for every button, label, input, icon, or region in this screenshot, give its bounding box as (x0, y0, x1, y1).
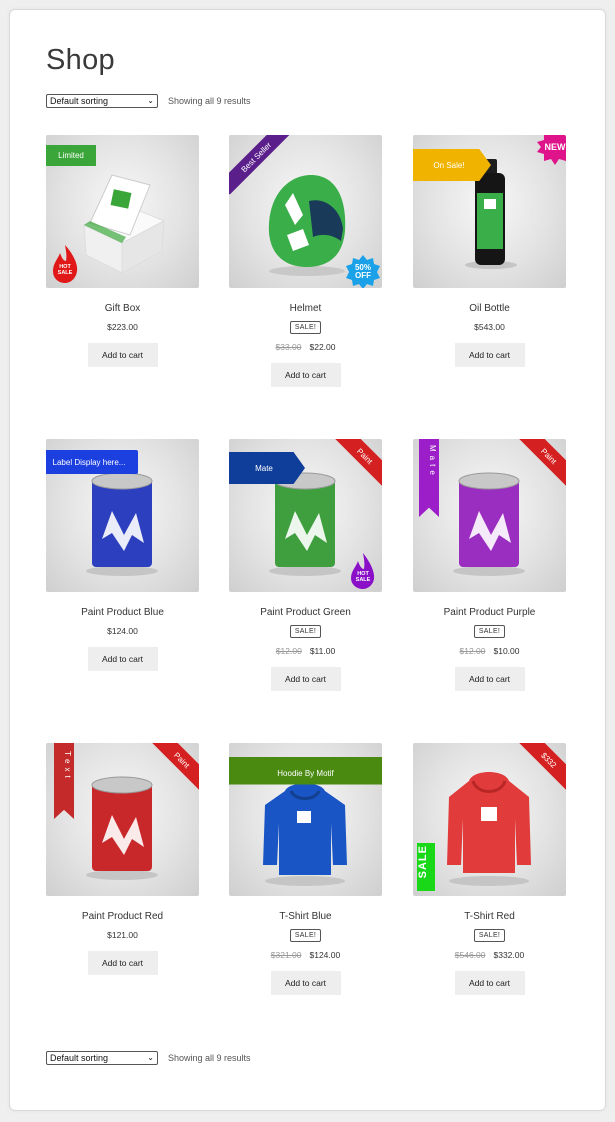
old-price: $12.00 (459, 646, 486, 656)
product-name[interactable]: Oil Bottle (413, 303, 566, 314)
bottom-toolbar: Default sorting ⌄ Showing all 9 results (46, 1050, 251, 1066)
product-image[interactable]: Mate Paint HOT SALE (229, 439, 382, 592)
product-price: $12.00 $11.00 (229, 646, 382, 656)
product-card: Mate Paint HOT SALE Paint Product Green … (229, 439, 382, 691)
product-name[interactable]: Paint Product Blue (46, 607, 199, 618)
sale-badge: SALE! (289, 625, 322, 638)
product-name[interactable]: Paint Product Green (229, 607, 382, 618)
sale-vertical-text: SALE (417, 845, 429, 879)
product-name[interactable]: Paint Product Purple (413, 607, 566, 618)
product-price: $546.00 $332.00 (413, 950, 566, 960)
product-image[interactable]: Text Paint (46, 743, 199, 896)
chevron-down-icon: ⌄ (147, 1053, 154, 1062)
old-price: $321.00 (270, 950, 302, 960)
result-count: Showing all 9 results (168, 1053, 251, 1063)
add-to-cart-button[interactable]: Add to cart (270, 363, 341, 387)
product-image[interactable]: $332 SALE (413, 743, 566, 896)
on-sale-badge: On Sale! (413, 149, 491, 181)
current-price: $223.00 (107, 322, 138, 332)
add-to-cart-button[interactable]: Add to cart (87, 343, 158, 367)
hot-sale-flame-icon (53, 245, 78, 283)
sale-badge: SALE! (473, 625, 506, 638)
product-card: Label Display here... Paint Product Blue… (46, 439, 199, 671)
label-display-badge: Label Display here... (46, 450, 138, 474)
product-name[interactable]: Paint Product Red (46, 911, 199, 922)
old-price: $546.00 (454, 950, 486, 960)
current-price: $10.00 (493, 646, 520, 656)
current-price: $22.00 (309, 342, 336, 352)
sale-badge: SALE! (289, 321, 322, 334)
product-price: $121.00 (46, 930, 199, 940)
product-image[interactable]: Best Seller 50% OFF (229, 135, 382, 288)
product-image[interactable]: Label Display here... (46, 439, 199, 592)
page-title: Shop (46, 44, 115, 76)
add-to-cart-button[interactable]: Add to cart (454, 667, 525, 691)
sale-badge: SALE! (473, 929, 506, 942)
sort-select[interactable]: Default sorting ⌄ (46, 1051, 158, 1065)
sort-select-value: Default sorting (50, 96, 109, 106)
add-to-cart-button[interactable]: Add to cart (454, 971, 525, 995)
product-card: On Sale! NEW Oil Bottle $543.00 Add to c… (413, 135, 566, 367)
product-price: $543.00 (413, 322, 566, 332)
limited-badge: Limited (46, 145, 96, 166)
hot-sale-flame-icon (351, 553, 375, 589)
product-card: $332 SALE T-Shirt Red SALE! $546.00 $332.… (413, 743, 566, 995)
hoodie-by-motif-banner: Hoodie By Motif (229, 757, 382, 789)
new-text: NEW (544, 142, 566, 152)
top-toolbar: Default sorting ⌄ Showing all 9 results (46, 93, 251, 109)
sort-select[interactable]: Default sorting ⌄ (46, 94, 158, 108)
add-to-cart-button[interactable]: Add to cart (270, 667, 341, 691)
current-price: $124.00 (107, 626, 138, 636)
mate-badge: Mate (229, 452, 305, 484)
add-to-cart-button[interactable]: Add to cart (454, 343, 525, 367)
product-name[interactable]: T-Shirt Red (413, 911, 566, 922)
current-price: $124.00 (309, 950, 341, 960)
product-price: $124.00 (46, 626, 199, 636)
product-card: Mate Paint Paint Product Purple SALE! $1… (413, 439, 566, 691)
product-price: $223.00 (46, 322, 199, 332)
product-name[interactable]: Gift Box (46, 303, 199, 314)
product-image[interactable]: Mate Paint (413, 439, 566, 592)
add-to-cart-button[interactable]: Add to cart (87, 951, 158, 975)
product-name[interactable]: T-Shirt Blue (229, 911, 382, 922)
product-card: Text Paint Paint Product Red $121.00 Add… (46, 743, 199, 975)
product-image[interactable]: Limited HOT SALE (46, 135, 199, 288)
old-price: $33.00 (275, 342, 302, 352)
product-card: Limited HOT SALE Gift Box $223.00 Add to… (46, 135, 199, 367)
fifty-off-text: 50% OFF (354, 263, 371, 280)
text-vertical-text: Text (63, 751, 72, 782)
product-name[interactable]: Helmet (229, 303, 382, 314)
current-price: $121.00 (107, 930, 138, 940)
current-price: $332.00 (493, 950, 525, 960)
sale-badge: SALE! (289, 929, 322, 942)
product-price: $12.00 $10.00 (413, 646, 566, 656)
current-price: $11.00 (309, 646, 336, 656)
hot-sale-text: HOT SALE (57, 264, 73, 276)
product-price: $33.00 $22.00 (229, 342, 382, 352)
current-price: $543.00 (474, 322, 505, 332)
result-count: Showing all 9 results (168, 96, 251, 106)
hot-sale-text: HOT SALE (355, 571, 371, 583)
old-price: $12.00 (275, 646, 302, 656)
product-card: Best Seller 50% OFF Helmet SALE! $33.00 $… (229, 135, 382, 387)
product-price: $321.00 $124.00 (229, 950, 382, 960)
sort-select-value: Default sorting (50, 1053, 109, 1063)
product-image[interactable]: Hoodie By Motif (229, 743, 382, 896)
add-to-cart-button[interactable]: Add to cart (87, 647, 158, 671)
add-to-cart-button[interactable]: Add to cart (270, 971, 341, 995)
chevron-down-icon: ⌄ (147, 96, 154, 105)
product-card: Hoodie By Motif T-Shirt Blue SALE! $321.… (229, 743, 382, 995)
mate-vertical-text: Mate (428, 445, 437, 479)
product-image[interactable]: On Sale! NEW (413, 135, 566, 288)
